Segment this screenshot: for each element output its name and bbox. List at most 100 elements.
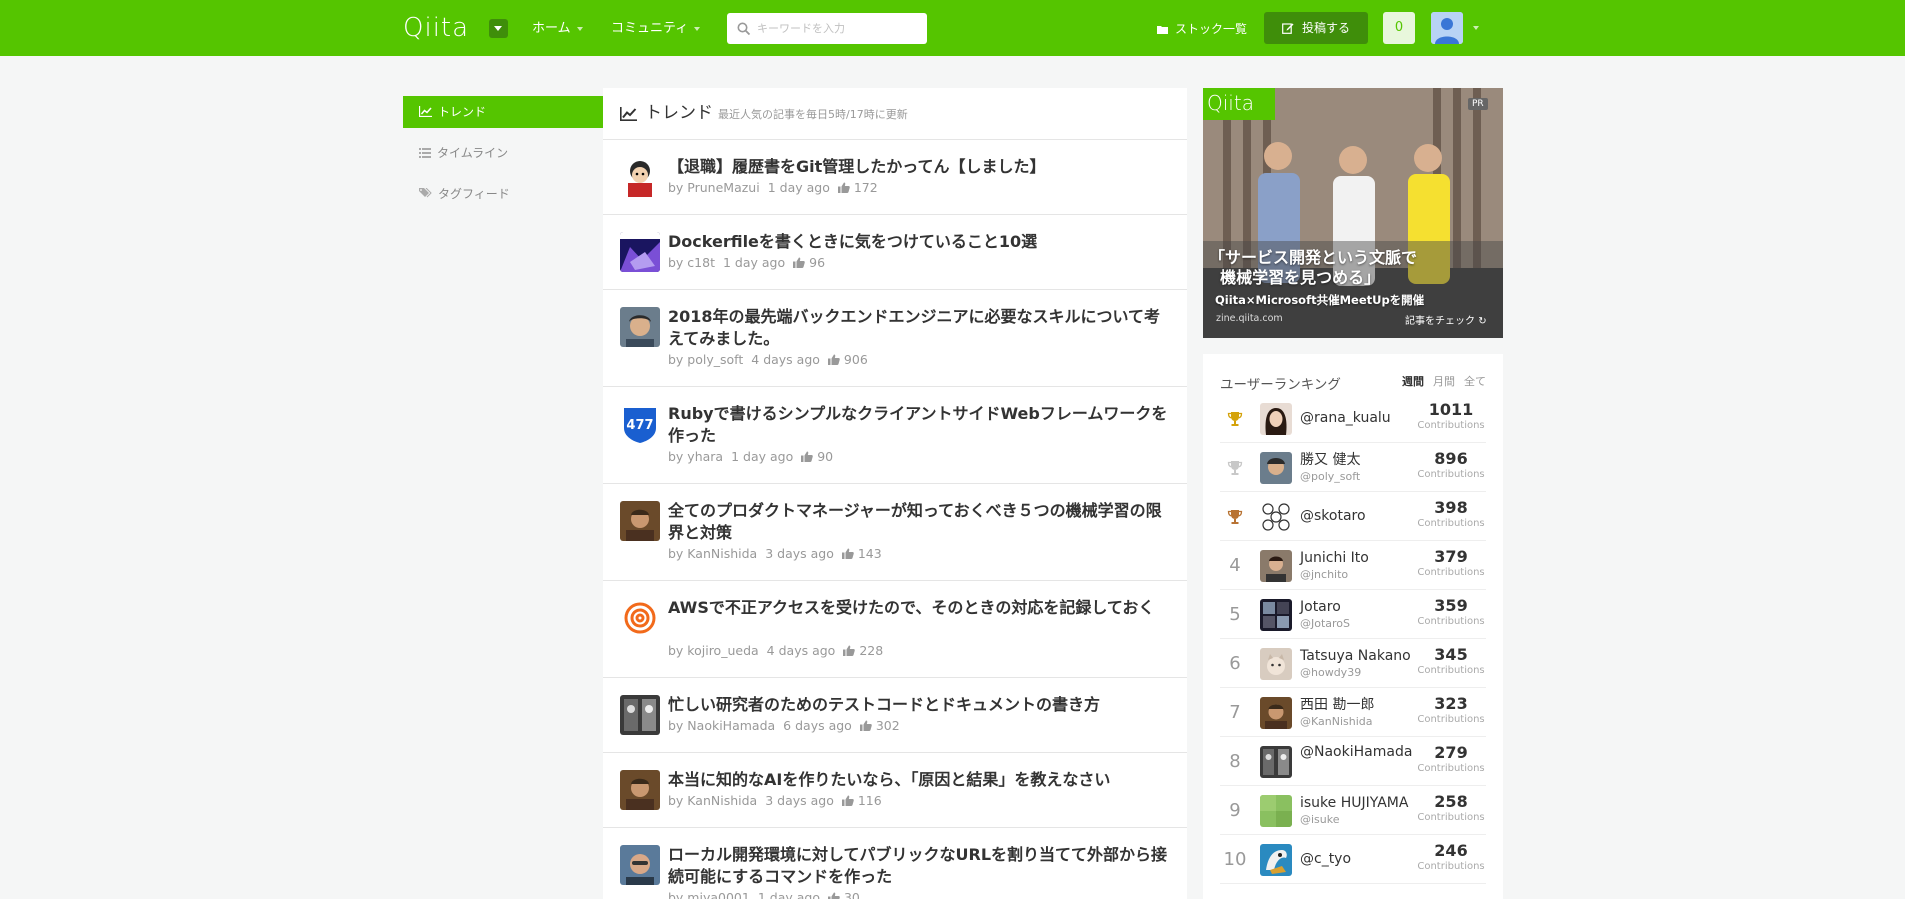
article-title-link[interactable]: 全てのプロダクトマネージャーが知っておくべき５つの機械学習の限界と対策 <box>668 500 1168 544</box>
article-title-link[interactable]: Dockerfileを書くときに気をつけていること10選 <box>668 231 1168 253</box>
user-avatar[interactable] <box>1260 599 1292 631</box>
ad-qiita-logo: Qiita <box>1203 88 1275 120</box>
ranking-score: 379 <box>1434 547 1468 566</box>
article-author-link[interactable]: by miya0001 <box>668 890 750 899</box>
article-title-link[interactable]: 【退職】履歴書をGit管理したかってん【しました】 <box>668 156 1168 178</box>
search-box[interactable] <box>727 13 927 44</box>
cartoon-avatar-icon <box>620 157 660 197</box>
trend-feed: トレンド 最近人気の記事を毎日5時/17時に更新 【退職】履歴書をGit管理した… <box>603 88 1187 899</box>
stock-list-link[interactable]: ストック一覧 <box>1157 21 1247 37</box>
nav-home[interactable]: ホーム <box>532 21 583 37</box>
author-avatar[interactable]: 477 <box>620 404 660 444</box>
article-time: 3 days ago <box>765 793 834 808</box>
qiita-logo[interactable]: Qiita <box>403 13 469 43</box>
user-avatar[interactable] <box>1260 648 1292 680</box>
stock-list-label: ストック一覧 <box>1175 22 1248 36</box>
article-item: Dockerfileを書くときに気をつけていること10選 by c18t 1 da… <box>603 215 1187 290</box>
like-icon <box>793 257 805 268</box>
search-input[interactable] <box>757 13 922 44</box>
ranking-row[interactable]: 10 @c_tyo 246 Contributions <box>1220 835 1486 884</box>
author-avatar[interactable] <box>620 157 660 197</box>
ranking-user-name[interactable]: @c_tyo <box>1300 851 1420 868</box>
ranking-user-name[interactable]: Tatsuya Nakano <box>1300 648 1420 665</box>
article-author-link[interactable]: by NaokiHamada <box>668 718 775 733</box>
user-avatar[interactable] <box>1260 501 1292 533</box>
author-avatar[interactable] <box>620 598 660 638</box>
user-avatar[interactable] <box>1260 795 1292 827</box>
user-avatar[interactable] <box>1260 452 1292 484</box>
photo-avatar-icon <box>620 501 660 541</box>
article-author-link[interactable]: by poly_soft <box>668 352 743 367</box>
tab-weekly[interactable]: 週間 <box>1402 375 1424 388</box>
swirl-avatar-icon <box>620 598 660 638</box>
article-like-count: 96 <box>809 255 826 270</box>
user-avatar[interactable] <box>1260 746 1292 778</box>
ranking-user-name[interactable]: Junichi Ito <box>1300 550 1420 567</box>
notification-button[interactable]: 0 <box>1383 12 1415 44</box>
ranking-row[interactable]: 8 @NaokiHamada 279 Contributions <box>1220 737 1486 786</box>
article-time: 1 day ago <box>731 449 794 464</box>
sidebar-item-tagfeed[interactable]: タグフィード <box>403 178 603 210</box>
ranking-user-name[interactable]: Jotaro <box>1300 599 1420 616</box>
user-avatar[interactable] <box>1260 844 1292 876</box>
author-avatar[interactable] <box>620 232 660 272</box>
ranking-row[interactable]: @rana_kualu 1011 Contributions <box>1220 394 1486 443</box>
article-time: 1 day ago <box>767 180 830 195</box>
article-title-link[interactable]: 忙しい研究者のためのテストコードとドキュメントの書き方 <box>668 694 1168 716</box>
article-author-link[interactable]: by c18t <box>668 255 715 270</box>
author-avatar[interactable] <box>620 770 660 810</box>
ranking-user-name[interactable]: @rana_kualu <box>1300 410 1420 427</box>
post-button[interactable]: 投稿する <box>1264 12 1368 44</box>
ranking-user-name[interactable]: @NaokiHamada <box>1300 744 1420 761</box>
ranking-row[interactable]: 勝又 健太 @poly_soft 896 Contributions <box>1220 443 1486 492</box>
user-avatar[interactable] <box>1260 403 1292 435</box>
logo-menu-caret-icon[interactable] <box>489 19 508 38</box>
nav-community[interactable]: コミュニティ <box>611 21 701 37</box>
article-title-link[interactable]: 本当に知的なAIを作りたいなら、「原因と結果」を教えなさい <box>668 769 1168 791</box>
ranking-row[interactable]: @skotaro 398 Contributions <box>1220 492 1486 541</box>
sidebar-item-trend[interactable]: トレンド <box>403 96 603 128</box>
user-avatar[interactable] <box>1260 697 1292 729</box>
ranking-user-name[interactable]: 勝又 健太 <box>1300 452 1420 469</box>
ad-banner[interactable]: Qiita PR 「サービス開発という文脈で 機械学習を見つめる」 Qiita×… <box>1203 88 1503 338</box>
article-item: 全てのプロダクトマネージャーが知っておくべき５つの機械学習の限界と対策 by K… <box>603 484 1187 581</box>
user-silhouette-icon <box>1431 12 1463 44</box>
sidebar-item-timeline[interactable]: タイムライン <box>403 137 603 169</box>
article-author-link[interactable]: by KanNishida <box>668 546 757 561</box>
ranking-row[interactable]: 5 Jotaro @JotaroS 359 Contributions <box>1220 590 1486 639</box>
global-header: Qiita ホーム コミュニティ ストック一覧 投稿する 0 <box>0 0 1905 56</box>
article-author-link[interactable]: by PruneMazui <box>668 180 760 195</box>
ranking-row[interactable]: 9 isuke HUJIYAMA @isuke 258 Contribution… <box>1220 786 1486 835</box>
user-menu-caret-icon[interactable] <box>1473 26 1479 30</box>
ranking-user-name[interactable]: isuke HUJIYAMA <box>1300 795 1420 812</box>
author-avatar[interactable] <box>620 307 660 347</box>
ranking-user-handle: @howdy39 <box>1300 666 1362 679</box>
article-title-link[interactable]: AWSで不正アクセスを受けたので、そのときの対応を記録しておく <box>668 597 1168 619</box>
tab-monthly[interactable]: 月間 <box>1433 375 1455 388</box>
tab-all[interactable]: 全て <box>1464 375 1486 388</box>
feed-title: トレンド <box>645 103 713 123</box>
article-author-link[interactable]: by KanNishida <box>668 793 757 808</box>
article-meta: by poly_soft 4 days ago 906 <box>668 352 868 368</box>
article-like-count: 906 <box>843 352 868 367</box>
article-title-link[interactable]: Rubyで書けるシンプルなクライアントサイドWebフレームワークを作った <box>668 403 1168 447</box>
ranking-user-name[interactable]: @skotaro <box>1300 508 1420 525</box>
article-title-link[interactable]: ローカル開発環境に対してパブリックなURLを割り当てて外部から接続可能にするコマ… <box>668 844 1168 888</box>
ranking-row[interactable]: 7 西田 勘一郎 @KanNishida 323 Contributions <box>1220 688 1486 737</box>
author-avatar[interactable] <box>620 501 660 541</box>
author-avatar[interactable] <box>620 845 660 885</box>
article-author-link[interactable]: by kojiro_ueda <box>668 643 759 658</box>
like-icon <box>827 354 840 365</box>
ranking-row[interactable]: 6 Tatsuya Nakano @howdy39 345 Contributi… <box>1220 639 1486 688</box>
user-avatar[interactable] <box>1260 550 1292 582</box>
author-avatar[interactable] <box>620 695 660 735</box>
ranking-row[interactable]: 4 Junichi Ito @jnchito 379 Contributions <box>1220 541 1486 590</box>
ranking-position: 10 <box>1223 849 1247 870</box>
article-author-link[interactable]: by yhara <box>668 449 723 464</box>
chevron-down-icon <box>694 26 701 31</box>
ranking-user-name[interactable]: 西田 勘一郎 <box>1300 697 1420 714</box>
ranking-score-label: Contributions <box>1417 616 1485 627</box>
user-avatar[interactable] <box>1431 12 1463 44</box>
ad-check-link[interactable]: 記事をチェック ↻ <box>1405 312 1487 327</box>
article-title-link[interactable]: 2018年の最先端バックエンドエンジニアに必要なスキルについて考えてみました。 <box>668 306 1168 350</box>
